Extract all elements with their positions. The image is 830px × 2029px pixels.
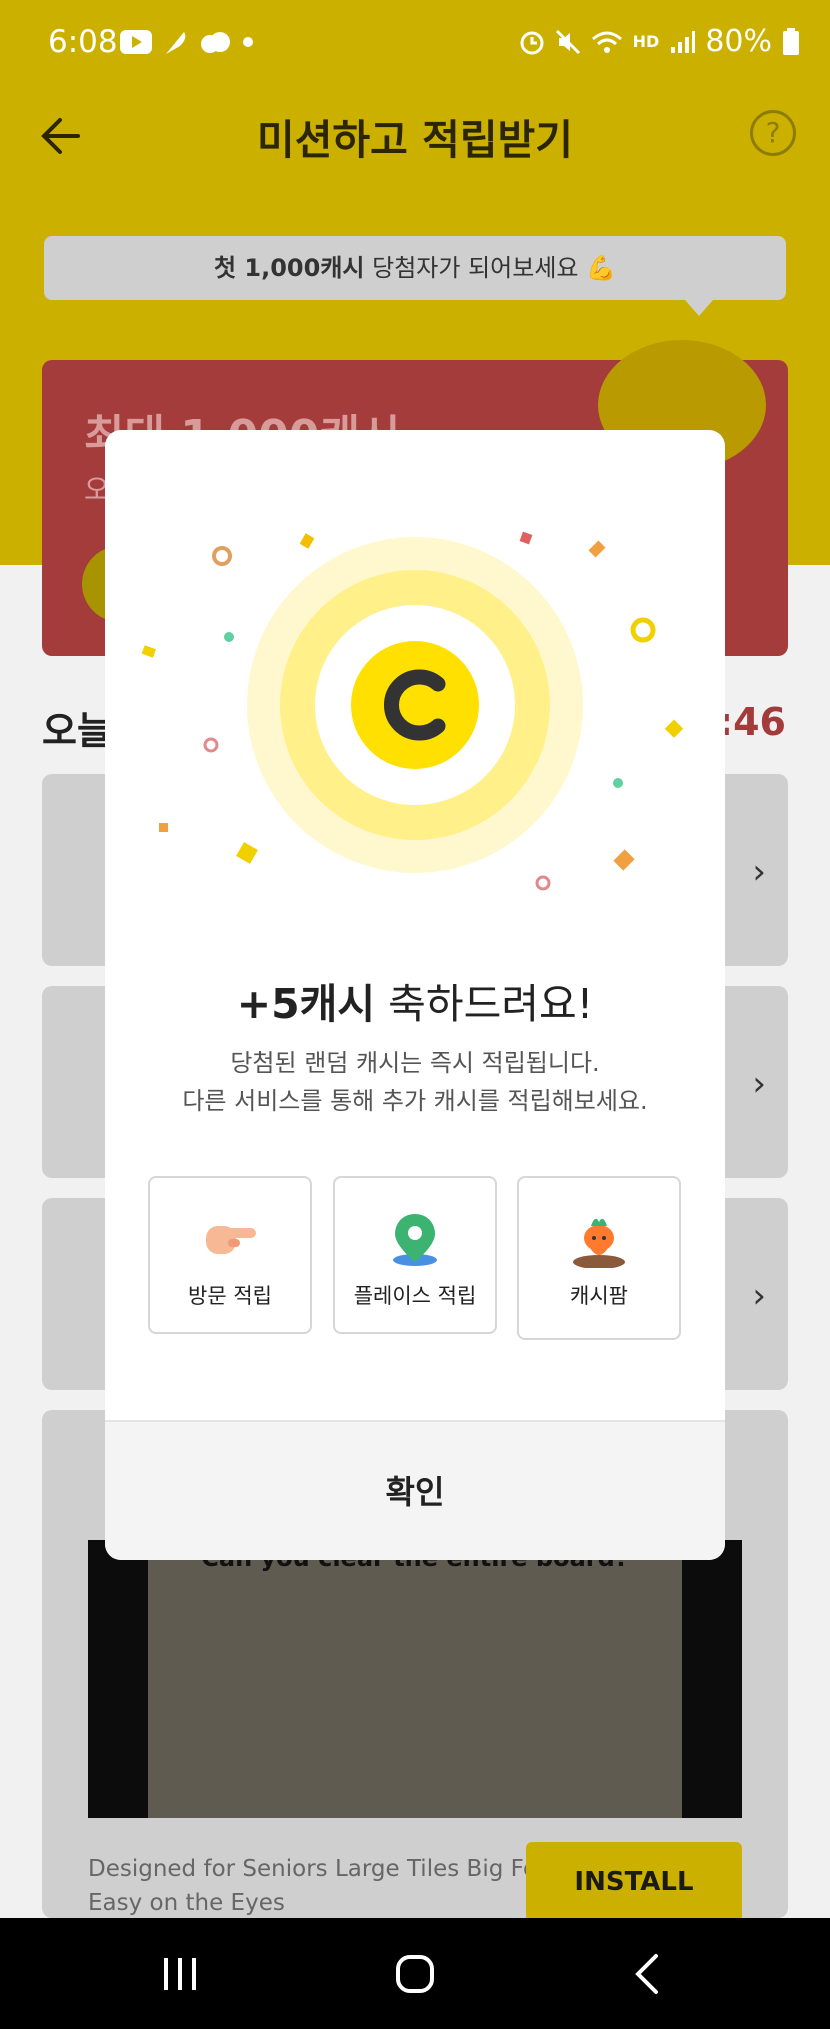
confirm-button[interactable]: 확인 xyxy=(105,1420,725,1560)
pointing-hand-icon xyxy=(206,1226,256,1254)
back-icon[interactable] xyxy=(618,1944,678,2004)
home-icon[interactable] xyxy=(385,1944,445,2004)
app-header: 미션하고 적립받기 ? xyxy=(0,86,830,186)
visit-reward-label: 방문 적립 xyxy=(188,1284,272,1308)
signal-icon xyxy=(671,30,696,53)
reward-title: +5캐시 축하드려요! xyxy=(105,970,725,1030)
status-right-icons: HD 80% xyxy=(519,24,800,59)
section-title: 오늘 xyxy=(42,709,112,753)
navigation-bar xyxy=(0,1918,830,2029)
mahjong-board: Can you clear the entire board? xyxy=(148,1540,682,1818)
cash-farm-label: 캐시팜 xyxy=(570,1284,628,1308)
banner-bubble: 첫 1,000캐시 당첨자가 되어보세요 💪 xyxy=(44,236,786,300)
status-left-icons xyxy=(120,28,254,56)
help-icon[interactable]: ? xyxy=(750,110,796,156)
banner-bubble-tail xyxy=(685,300,713,316)
reward-description-line: 다른 서비스를 통해 추가 캐시를 적립해보세요. xyxy=(182,1087,648,1115)
reward-amount: +5캐시 xyxy=(236,980,376,1028)
page-title: 미션하고 적립받기 xyxy=(256,116,574,164)
place-reward-option[interactable]: 플레이스 적립 xyxy=(333,1176,497,1334)
chevron-right-icon: › xyxy=(752,1064,766,1104)
cash-farm-option[interactable]: 캐시팜 xyxy=(517,1176,681,1340)
cloud-icon xyxy=(201,32,230,53)
reward-description-line: 당첨된 랜덤 캐시는 즉시 적립됩니다. xyxy=(230,1049,600,1077)
reward-congrats: 축하드려요! xyxy=(375,980,594,1028)
ad-image[interactable]: Can you clear the entire board? xyxy=(88,1540,742,1818)
status-time: 6:08 xyxy=(48,24,118,60)
map-pin-icon xyxy=(393,1214,437,1266)
banner-highlight: 첫 1,000캐시 xyxy=(213,254,365,282)
chevron-right-icon: › xyxy=(752,1276,766,1316)
youtube-icon xyxy=(120,30,152,54)
install-button[interactable]: INSTALL xyxy=(526,1842,742,1922)
battery-percent: 80% xyxy=(705,24,772,59)
carrot-icon xyxy=(573,1218,625,1268)
confetti-coin-illustration xyxy=(141,531,684,891)
hd-voice-icon: HD xyxy=(632,32,660,51)
status-bar: 6:08 HD 80% xyxy=(0,0,830,86)
wifi-icon xyxy=(591,31,622,53)
banner-text: 당첨자가 되어보세요 💪 xyxy=(364,254,616,282)
alarm-icon xyxy=(520,31,544,54)
reward-dialog: +5캐시 축하드려요! 당첨된 랜덤 캐시는 즉시 적립됩니다. 다른 서비스를… xyxy=(105,430,725,1560)
ad-caption-line: Easy on the Eyes xyxy=(88,1890,285,1916)
place-reward-label: 플레이스 적립 xyxy=(353,1284,477,1308)
feather-icon xyxy=(166,32,186,54)
dot-icon xyxy=(243,37,253,47)
ad-caption-line: Designed for Seniors Large Tiles Big Fon… xyxy=(88,1856,561,1882)
recent-apps-icon[interactable] xyxy=(150,1944,210,2004)
reward-description: 당첨된 랜덤 캐시는 즉시 적립됩니다. 다른 서비스를 통해 추가 캐시를 적… xyxy=(105,1044,725,1120)
battery-icon xyxy=(783,27,799,55)
chevron-right-icon: › xyxy=(752,852,766,892)
mute-icon xyxy=(555,29,580,54)
ad-caption: Designed for Seniors Large Tiles Big Fon… xyxy=(88,1852,561,1920)
visit-reward-option[interactable]: 방문 적립 xyxy=(148,1176,312,1334)
